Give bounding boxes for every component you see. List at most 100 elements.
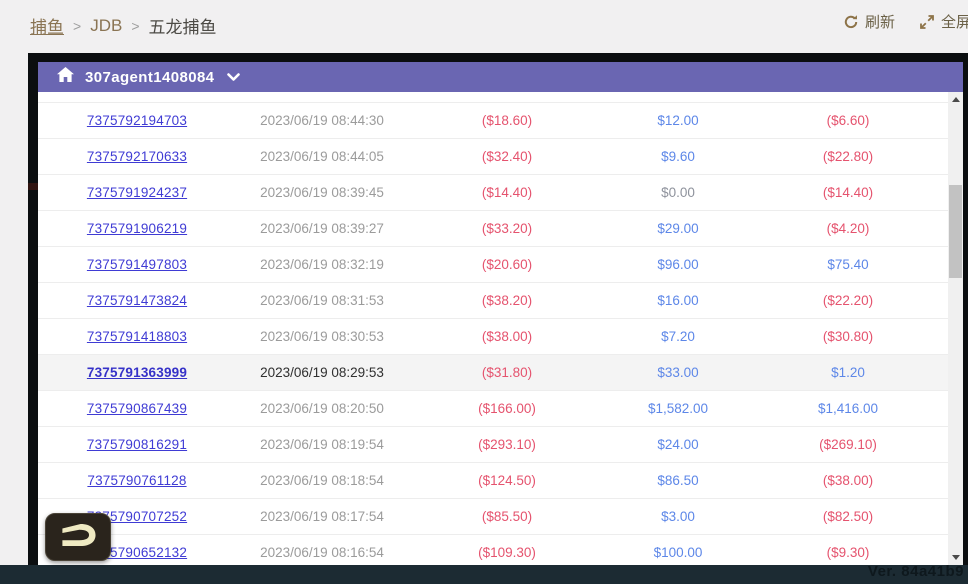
net-amount: $75.40 — [750, 257, 946, 272]
transaction-datetime: 2023/06/19 08:39:27 — [236, 221, 408, 236]
transaction-id-link[interactable]: 7375791497803 — [87, 257, 187, 272]
transaction-id-link[interactable]: 7375791363999 — [87, 365, 187, 380]
win-amount: $16.00 — [606, 293, 750, 308]
table-row: 7375791906219 2023/06/19 08:39:27 ($33.2… — [38, 211, 948, 247]
transaction-datetime: 2023/06/19 08:32:19 — [236, 257, 408, 272]
bet-amount: ($85.50) — [408, 509, 606, 524]
table-row: 7375790652132 2023/06/19 08:16:54 ($109.… — [38, 535, 948, 565]
transaction-datetime: 2023/06/19 08:44:05 — [236, 149, 408, 164]
table-row: 7375792489251 2023/06/19 08:45:32 ($32.7… — [38, 92, 948, 103]
transaction-id-link[interactable]: 7375792194703 — [87, 113, 187, 128]
net-amount: ($22.80) — [750, 149, 946, 164]
transaction-id-link[interactable]: 7375790867439 — [87, 401, 187, 416]
bet-amount: ($31.80) — [408, 365, 606, 380]
table-row: 7375791473824 2023/06/19 08:31:53 ($38.2… — [38, 283, 948, 319]
version-label: Ver. 84a41b9 — [868, 563, 964, 580]
bet-amount: ($20.60) — [408, 257, 606, 272]
table-row: 7375791363999 2023/06/19 08:29:53 ($31.8… — [38, 355, 948, 391]
win-amount: $3.00 — [606, 509, 750, 524]
win-amount: $24.00 — [606, 437, 750, 452]
bet-amount: ($109.30) — [408, 545, 606, 560]
table-row: 7375792170633 2023/06/19 08:44:05 ($32.4… — [38, 139, 948, 175]
scrollbar-up-arrow[interactable] — [948, 92, 963, 107]
win-amount: $86.50 — [606, 473, 750, 488]
win-amount: $1,582.00 — [606, 401, 750, 416]
home-icon[interactable] — [57, 67, 74, 87]
bet-amount: ($166.00) — [408, 401, 606, 416]
report-panel: 307agent1408084 7375792489251 2023/06/19… — [38, 62, 963, 565]
transaction-id-link[interactable]: 7375791473824 — [87, 293, 187, 308]
table-scrollbar[interactable] — [948, 92, 963, 565]
bet-amount: ($14.40) — [408, 185, 606, 200]
net-amount: $1.20 — [750, 365, 946, 380]
win-amount: $96.00 — [606, 257, 750, 272]
net-amount: ($6.60) — [750, 113, 946, 128]
win-amount: $12.00 — [606, 113, 750, 128]
bet-amount: ($124.50) — [408, 473, 606, 488]
bottom-band: Ver. 84a41b9 — [0, 565, 968, 584]
scrollbar-thumb[interactable] — [949, 185, 962, 278]
transaction-datetime: 2023/06/19 08:20:50 — [236, 401, 408, 416]
bet-amount: ($18.60) — [408, 113, 606, 128]
net-amount: ($30.80) — [750, 329, 946, 344]
win-amount: $33.00 — [606, 365, 750, 380]
win-amount: $9.60 — [606, 149, 750, 164]
breadcrumb-separator: > — [73, 18, 81, 34]
transaction-datetime: 2023/06/19 08:30:53 — [236, 329, 408, 344]
transactions-table: 7375792489251 2023/06/19 08:45:32 ($32.7… — [38, 92, 948, 565]
transaction-datetime: 2023/06/19 08:31:53 — [236, 293, 408, 308]
breadcrumb-separator: > — [131, 18, 139, 34]
table-row: 7375790816291 2023/06/19 08:19:54 ($293.… — [38, 427, 948, 463]
table-row: 7375790867439 2023/06/19 08:20:50 ($166.… — [38, 391, 948, 427]
transaction-id-link[interactable]: 7375791924237 — [87, 185, 187, 200]
transaction-id-link[interactable]: 7375790761128 — [87, 473, 186, 488]
bet-amount: ($32.40) — [408, 149, 606, 164]
net-amount: ($38.00) — [750, 473, 946, 488]
transaction-id-link[interactable]: 7375791418803 — [87, 329, 187, 344]
chevron-down-icon[interactable] — [227, 69, 240, 87]
breadcrumb-item-jdb[interactable]: JDB — [90, 16, 122, 36]
net-amount: ($4.20) — [750, 221, 946, 236]
fullscreen-button[interactable]: 全屏 — [919, 11, 968, 32]
transaction-id-link[interactable]: 7375790816291 — [87, 437, 187, 452]
transaction-id-link[interactable]: 7375791906219 — [87, 221, 187, 236]
transaction-datetime: 2023/06/19 08:39:45 — [236, 185, 408, 200]
table-row: 7375790761128 2023/06/19 08:18:54 ($124.… — [38, 463, 948, 499]
net-amount: ($269.10) — [750, 437, 946, 452]
top-bar: 捕鱼 > JDB > 五龙捕鱼 刷新 全屏 — [0, 0, 968, 53]
refresh-icon — [843, 14, 859, 30]
win-amount: $100.00 — [606, 545, 750, 560]
brand-logo-icon — [58, 522, 98, 553]
breadcrumb-item-current: 五龙捕鱼 — [149, 13, 217, 38]
table-row: 7375792194703 2023/06/19 08:44:30 ($18.6… — [38, 103, 948, 139]
net-amount: ($22.20) — [750, 293, 946, 308]
net-amount: ($14.40) — [750, 185, 946, 200]
table-row: 7375791924237 2023/06/19 08:39:45 ($14.4… — [38, 175, 948, 211]
transaction-datetime: 2023/06/19 08:18:54 — [236, 473, 408, 488]
refresh-label: 刷新 — [865, 11, 895, 32]
win-amount: $7.20 — [606, 329, 750, 344]
transaction-datetime: 2023/06/19 08:19:54 — [236, 437, 408, 452]
table-row: 7375791497803 2023/06/19 08:32:19 ($20.6… — [38, 247, 948, 283]
table-row: 7375790707252 2023/06/19 08:17:54 ($85.5… — [38, 499, 948, 535]
win-amount: $0.00 — [606, 185, 750, 200]
brand-logo-button[interactable] — [45, 513, 111, 561]
net-amount: ($82.50) — [750, 509, 946, 524]
bet-amount: ($293.10) — [408, 437, 606, 452]
transaction-datetime: 2023/06/19 08:17:54 — [236, 509, 408, 524]
transaction-datetime: 2023/06/19 08:16:54 — [236, 545, 408, 560]
transaction-id-link[interactable]: 7375792170633 — [87, 149, 187, 164]
breadcrumb-item-fishing[interactable]: 捕鱼 — [30, 13, 64, 38]
net-amount: ($9.30) — [750, 545, 946, 560]
fullscreen-icon — [919, 14, 935, 30]
breadcrumb: 捕鱼 > JDB > 五龙捕鱼 — [30, 13, 217, 38]
top-actions: 刷新 全屏 — [843, 11, 968, 32]
refresh-button[interactable]: 刷新 — [843, 11, 895, 32]
table-row: 7375791418803 2023/06/19 08:30:53 ($38.0… — [38, 319, 948, 355]
bet-amount: ($38.00) — [408, 329, 606, 344]
fullscreen-label: 全屏 — [941, 11, 968, 32]
agent-selector[interactable]: 307agent1408084 — [85, 69, 214, 86]
win-amount: $29.00 — [606, 221, 750, 236]
transaction-datetime: 2023/06/19 08:44:30 — [236, 113, 408, 128]
transaction-datetime: 2023/06/19 08:29:53 — [236, 365, 408, 380]
